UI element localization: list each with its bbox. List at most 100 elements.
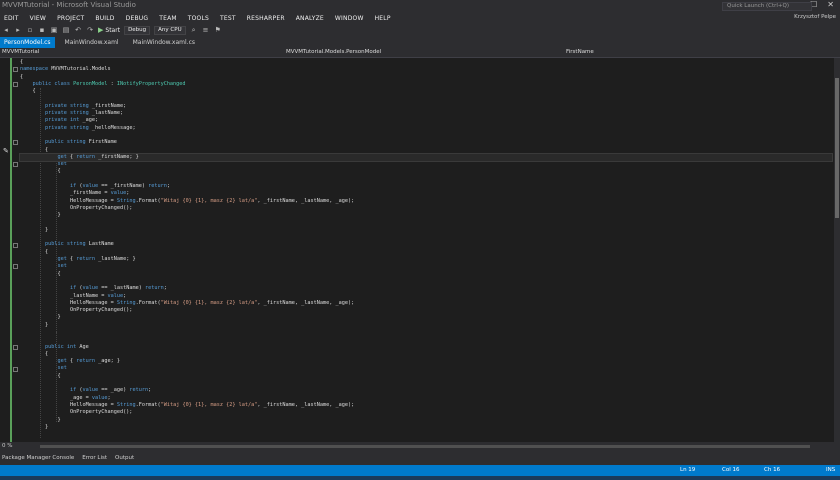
code-line[interactable] <box>20 380 832 387</box>
code-line[interactable]: if (value == _lastName) return; <box>20 285 832 292</box>
save-icon[interactable]: ▣ <box>50 26 58 34</box>
horizontal-scroll-thumb[interactable] <box>40 445 810 448</box>
code-line[interactable]: { <box>20 249 832 256</box>
fold-toggle-icon[interactable] <box>13 366 18 372</box>
tab-mainwindow-xaml-cs[interactable]: MainWindow.xaml.cs <box>129 37 199 48</box>
code-line[interactable]: HelloMessage = String.Format("Witaj {0} … <box>20 198 832 205</box>
code-line[interactable]: private int _age; <box>20 117 832 124</box>
fold-toggle-icon[interactable] <box>13 242 18 248</box>
code-line[interactable]: { <box>20 168 832 175</box>
menu-project[interactable]: PROJECT <box>57 15 84 22</box>
code-line[interactable]: private string _lastName; <box>20 110 832 117</box>
tab-mainwindow-xaml[interactable]: MainWindow.xaml <box>61 37 123 48</box>
menu-window[interactable]: WINDOW <box>335 15 364 22</box>
code-line[interactable]: { <box>20 59 832 66</box>
code-line[interactable] <box>20 95 832 102</box>
user-name[interactable]: Krzysztof Pelpe <box>794 14 836 20</box>
code-line[interactable]: public string FirstName <box>20 139 832 146</box>
code-line[interactable] <box>20 234 832 241</box>
code-line[interactable]: { <box>20 88 832 95</box>
code-line[interactable]: { <box>20 351 832 358</box>
code-line[interactable]: public string LastName <box>20 241 832 248</box>
code-line[interactable]: _firstName = value; <box>20 190 832 197</box>
code-line[interactable]: OnPropertyChanged(); <box>20 205 832 212</box>
comment-icon[interactable]: ≡ <box>202 26 210 34</box>
code-line[interactable]: if (value == _firstName) return; <box>20 183 832 190</box>
quick-actions-icon[interactable]: ✎ <box>3 147 9 155</box>
code-line[interactable]: HelloMessage = String.Format("Witaj {0} … <box>20 402 832 409</box>
code-text[interactable]: {namespace MVVMTutorial.Models{ public c… <box>19 59 833 442</box>
open-file-icon[interactable]: ▪ <box>38 26 46 34</box>
fold-toggle-icon[interactable] <box>13 81 18 87</box>
code-line[interactable]: _lastName = value; <box>20 293 832 300</box>
code-line[interactable]: HelloMessage = String.Format("Witaj {0} … <box>20 300 832 307</box>
code-line[interactable]: OnPropertyChanged(); <box>20 409 832 416</box>
close-button[interactable]: ✕ <box>827 0 834 9</box>
quick-launch-input[interactable]: Quick Launch (Ctrl+Q) <box>722 2 812 11</box>
menu-resharper[interactable]: RESHARPER <box>247 15 285 22</box>
code-line[interactable]: public class PersonModel : INotifyProper… <box>20 81 832 88</box>
fold-toggle-icon[interactable] <box>13 344 18 350</box>
code-line[interactable]: get { return _firstName; } <box>19 152 833 163</box>
bookmark-icon[interactable]: ⚑ <box>214 26 222 34</box>
vertical-scroll-thumb[interactable] <box>835 78 839 218</box>
code-line[interactable]: private string _firstName; <box>20 103 832 110</box>
code-line[interactable]: set <box>20 161 832 168</box>
menu-build[interactable]: BUILD <box>95 15 114 22</box>
menu-edit[interactable]: EDIT <box>4 15 19 22</box>
fold-toggle-icon[interactable] <box>13 264 18 270</box>
code-editor[interactable]: {namespace MVVMTutorial.Models{ public c… <box>0 58 834 442</box>
code-line[interactable]: } <box>20 212 832 219</box>
start-button[interactable]: ▶ Start <box>98 26 120 34</box>
menu-debug[interactable]: DEBUG <box>126 15 149 22</box>
class-dropdown[interactable]: MVVMTutorial.Models.PersonModel <box>286 49 381 55</box>
code-line[interactable]: { <box>20 74 832 81</box>
code-line[interactable]: get { return _lastName; } <box>20 256 832 263</box>
member-dropdown[interactable]: FirstName <box>566 49 594 55</box>
code-line[interactable] <box>20 176 832 183</box>
find-icon[interactable]: ⌕ <box>190 26 198 35</box>
zoom-level[interactable]: 0 % <box>2 443 12 449</box>
tab-personmodel[interactable]: PersonModel.cs <box>0 37 55 48</box>
code-line[interactable]: { <box>20 373 832 380</box>
horizontal-scrollbar[interactable]: 0 % <box>0 442 840 451</box>
redo-icon[interactable]: ↷ <box>86 26 94 34</box>
code-line[interactable] <box>20 220 832 227</box>
code-line[interactable]: _age = value; <box>20 395 832 402</box>
menu-tools[interactable]: TOOLS <box>188 15 209 22</box>
fold-toggle-icon[interactable] <box>13 162 18 168</box>
code-line[interactable] <box>20 431 832 438</box>
code-line[interactable]: namespace MVVMTutorial.Models <box>20 66 832 73</box>
menu-help[interactable]: HELP <box>375 15 391 22</box>
project-dropdown[interactable]: MVVMTutorial <box>2 49 39 55</box>
fold-toggle-icon[interactable] <box>13 140 18 146</box>
code-line[interactable]: } <box>20 227 832 234</box>
platform-select[interactable]: Any CPU <box>154 25 186 35</box>
menu-test[interactable]: TEST <box>220 15 236 22</box>
fold-toggle-icon[interactable] <box>13 67 18 73</box>
save-all-icon[interactable]: ▤ <box>62 26 70 34</box>
undo-icon[interactable]: ↶ <box>74 26 82 34</box>
code-line[interactable]: } <box>20 424 832 431</box>
menu-team[interactable]: TEAM <box>159 15 177 22</box>
tab-output[interactable]: Output <box>113 455 134 461</box>
code-line[interactable]: } <box>20 417 832 424</box>
menu-analyze[interactable]: ANALYZE <box>296 15 324 22</box>
tab-package-manager-console[interactable]: Package Manager Console <box>0 455 74 461</box>
code-line[interactable]: set <box>20 365 832 372</box>
code-line[interactable]: get { return _age; } <box>20 358 832 365</box>
code-line[interactable]: private string _helloMessage; <box>20 125 832 132</box>
code-line[interactable]: set <box>20 263 832 270</box>
code-line[interactable]: { <box>20 271 832 278</box>
code-line[interactable]: } <box>20 322 832 329</box>
menu-view[interactable]: VIEW <box>30 15 46 22</box>
new-file-icon[interactable]: ▫ <box>26 26 34 34</box>
code-line[interactable]: } <box>20 314 832 321</box>
configuration-select[interactable]: Debug <box>124 25 151 35</box>
code-line[interactable]: OnPropertyChanged(); <box>20 307 832 314</box>
code-line[interactable] <box>20 132 832 139</box>
code-line[interactable]: public int Age <box>20 344 832 351</box>
back-icon[interactable]: ◂ <box>2 26 10 34</box>
vertical-scrollbar[interactable] <box>834 58 840 442</box>
code-line[interactable] <box>20 278 832 285</box>
